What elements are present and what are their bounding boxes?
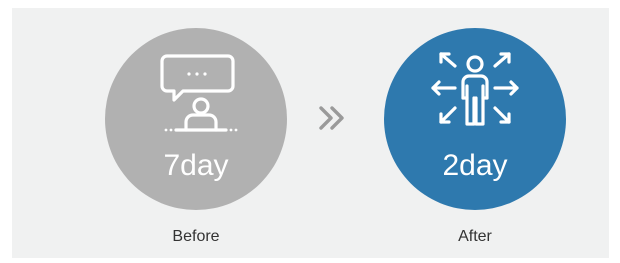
- person-arrows-outward-icon: [431, 52, 519, 126]
- before-circle: 7day: [105, 28, 287, 210]
- before-caption: Before: [172, 228, 220, 245]
- comparison-panel: 7day 2day Before After: [12, 8, 609, 258]
- after-caption: After: [458, 228, 492, 245]
- after-value: 2day: [442, 149, 508, 182]
- before-value: 7day: [163, 149, 229, 182]
- after-circle: 2day: [384, 28, 566, 210]
- presenter-speech-bubble-icon: [160, 54, 238, 132]
- double-chevron-right-icon: [319, 106, 344, 130]
